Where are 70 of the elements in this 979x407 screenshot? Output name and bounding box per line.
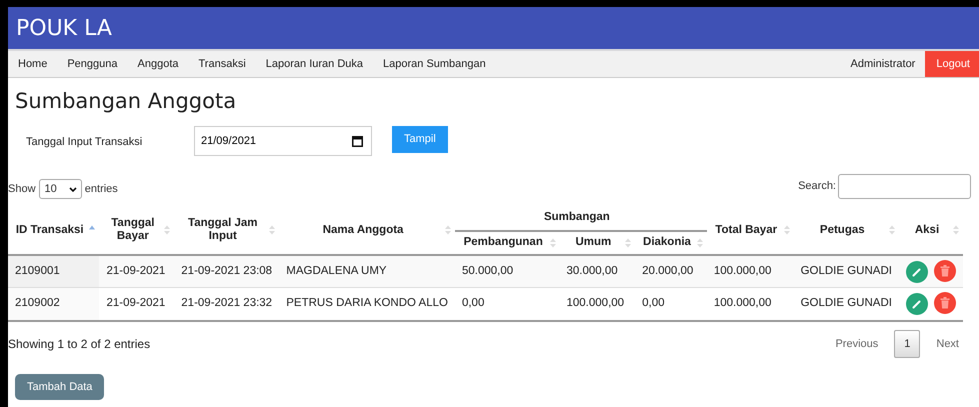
column-header[interactable]: Pembangunan xyxy=(454,231,560,255)
table-cell: 100.000,00 xyxy=(706,288,794,321)
table-cell: 2109002 xyxy=(8,288,100,321)
column-header[interactable]: Total Bayar xyxy=(706,207,794,255)
table-cell: PETRUS DARIA KONDO ALLO xyxy=(279,288,455,321)
search-field[interactable] xyxy=(838,174,971,200)
edit-button[interactable] xyxy=(906,293,928,316)
entries-select[interactable]: 10 xyxy=(38,179,82,200)
column-header[interactable]: Tanggal Bayar xyxy=(99,207,174,255)
sort-icon[interactable] xyxy=(625,238,632,249)
page-button[interactable]: 1 xyxy=(894,330,920,358)
sort-icon[interactable] xyxy=(444,224,451,236)
table-cell: 30.000,00 xyxy=(560,254,636,288)
nav-link[interactable]: Pengguna xyxy=(57,51,128,77)
next-link[interactable]: Next xyxy=(924,330,971,358)
table-cell: 21-09-2021 23:08 xyxy=(174,254,280,288)
previous-link[interactable]: Previous xyxy=(823,330,890,358)
table-cell: 21-09-2021 xyxy=(99,288,174,321)
nav-link[interactable]: Laporan Iuran Duka xyxy=(256,51,374,77)
nav-link[interactable]: Anggota xyxy=(128,51,188,77)
nav-link[interactable]: Laporan Sumbangan xyxy=(373,51,496,77)
column-header[interactable]: Umum xyxy=(560,231,636,255)
table-cell: 100.000,00 xyxy=(706,254,794,288)
table-cell: 100.000,00 xyxy=(560,288,636,321)
search-label: Search: xyxy=(798,179,836,194)
field-label: Tanggal Input Transaksi xyxy=(26,136,142,148)
table-cell: GOLDIE GUNADI xyxy=(794,288,899,321)
trash-icon xyxy=(940,297,950,310)
column-group-header: Sumbangan xyxy=(454,207,707,232)
column-header[interactable]: ID Transaksi xyxy=(8,207,100,255)
column-header[interactable]: Aksi xyxy=(899,207,963,255)
chevron-down-icon xyxy=(68,186,77,192)
sort-icon[interactable] xyxy=(164,224,170,236)
delete-button[interactable] xyxy=(934,260,956,282)
table-cell: GOLDIE GUNADI xyxy=(794,254,899,288)
column-header[interactable]: Petugas xyxy=(794,207,899,255)
sort-icon[interactable] xyxy=(550,238,556,249)
logout-button[interactable]: Logout xyxy=(925,51,979,77)
table-cell: 50.000,00 xyxy=(454,254,560,288)
table-cell: 0,00 xyxy=(454,288,560,321)
trash-icon xyxy=(940,264,950,277)
sort-icon[interactable] xyxy=(269,224,276,236)
pencil-icon xyxy=(912,299,922,310)
sort-icon[interactable] xyxy=(696,238,703,249)
calendar-icon[interactable] xyxy=(352,135,363,148)
nav-link[interactable]: Transaksi xyxy=(188,51,256,77)
sort-icon[interactable] xyxy=(953,224,959,236)
page-title: Sumbangan Anggota xyxy=(15,89,238,114)
column-header[interactable]: Tanggal Jam Input xyxy=(174,207,280,255)
column-header[interactable]: Diakonia xyxy=(635,231,707,255)
app-title: POUK LA xyxy=(16,14,112,42)
table-cell: 21-09-2021 xyxy=(99,254,174,288)
table-cell: MAGDALENA UMY xyxy=(279,254,455,288)
delete-button[interactable] xyxy=(934,292,956,314)
table-info: Showing 1 to 2 of 2 entries xyxy=(8,336,150,353)
pencil-icon xyxy=(912,266,922,277)
user-link[interactable]: Administrator xyxy=(840,51,926,77)
sort-icon[interactable] xyxy=(784,224,790,236)
table-cell: 20.000,00 xyxy=(635,254,707,288)
table-cell: 2109001 xyxy=(8,254,100,288)
length-label: entries xyxy=(84,182,118,197)
date-field[interactable]: 21/09/2021 xyxy=(194,126,372,156)
nav-link[interactable]: Home xyxy=(8,51,58,77)
add-data-button[interactable]: Tambah Data xyxy=(15,374,104,400)
sort-icon[interactable] xyxy=(889,224,895,236)
table-cell: 21-09-2021 23:32 xyxy=(174,288,280,321)
length-label: Show xyxy=(8,182,36,197)
table-cell: 0,00 xyxy=(635,288,707,321)
edit-button[interactable] xyxy=(906,260,928,283)
column-header[interactable]: Nama Anggota xyxy=(279,207,455,255)
